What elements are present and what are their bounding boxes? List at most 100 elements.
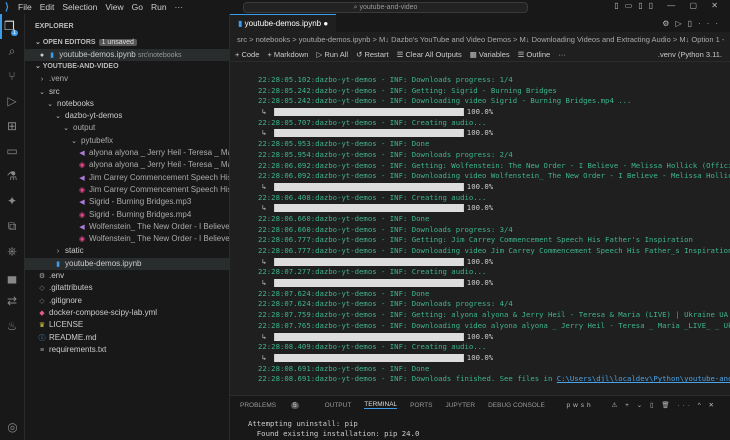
toolbar-button[interactable]: ▦ Variables <box>470 47 510 61</box>
breadcrumb-item[interactable]: M↓ Downloading Videos and Extracting Aud… <box>520 35 671 44</box>
panel-tab-jupyter[interactable]: JUPYTER <box>445 402 475 409</box>
breadcrumb-item[interactable]: notebooks <box>256 35 291 44</box>
diagram-icon[interactable]: ⧉ <box>0 214 24 239</box>
tree-item-label: README.md <box>49 332 97 342</box>
tree-item[interactable]: ◀ Sigrid - Burning Bridges.mp3 <box>25 196 229 208</box>
window-controls[interactable]: ▯▭▯▯ — ▢ ✕ <box>614 1 724 10</box>
toolbar-button[interactable]: ▷ Run All <box>316 47 348 61</box>
toolbar-button[interactable]: ··· <box>558 47 566 61</box>
project-root-header[interactable]: ⌄ YOUTUBE-AND-VIDEO <box>25 61 229 73</box>
kernel-picker[interactable]: .venv (Python 3.11. <box>658 47 722 61</box>
copilot-icon[interactable]: ✦ <box>0 189 24 214</box>
progress-bar <box>273 279 464 288</box>
terminal-output[interactable]: Attempting uninstall: pip Found existing… <box>230 414 730 439</box>
tree-item[interactable]: ≡ requirements.txt <box>25 344 229 356</box>
tree-item-label: Sigrid - Burning Bridges.mp3 <box>89 197 192 207</box>
tree-item[interactable]: ◉ Sigrid - Burning Bridges.mp4 <box>25 209 229 221</box>
tree-item[interactable]: ⌄ output <box>25 122 229 134</box>
output-path-link[interactable]: C:\Users\djl\localdev\Python\youtube-and… <box>557 374 730 383</box>
breadcrumb-item[interactable]: src <box>237 35 247 44</box>
toolbar-button[interactable]: ☰ Outline <box>518 47 551 61</box>
menu-item-[interactable]: ··· <box>175 2 184 12</box>
panel-tabs: PROBLEMS 5 OUTPUT TERMINAL PORTS JUPYTER DEBU… <box>230 396 730 414</box>
tree-item[interactable]: › static <box>25 245 229 257</box>
tree-item[interactable]: ◀ Wolfenstein_ The New Order - I Believe … <box>25 221 229 233</box>
explorer-icon[interactable]: ❐1 <box>0 14 24 39</box>
breadcrumb-item[interactable]: M↓ Dazbo's YouTube and Video Demos <box>379 35 511 44</box>
tree-item[interactable]: › .venv <box>25 73 229 85</box>
tree-item[interactable]: ◇ .gitignore <box>25 295 229 307</box>
log-text: 22:28:05.242:dazbo-yt-demos - INF: Downl… <box>258 96 632 106</box>
toolbar-button[interactable]: ↺ Restart <box>356 47 389 61</box>
log-line: 22:28:08.409:dazbo-yt-demos - INF: Creat… <box>230 342 730 353</box>
remote-explorer-icon[interactable]: ▭ <box>0 139 24 164</box>
testing-icon[interactable]: ⚗ <box>0 164 24 189</box>
open-editor-item[interactable]: ● ▮ youtube-demos.ipynb src\notebooks <box>25 49 229 62</box>
genie-icon[interactable]: ♨ <box>0 314 24 339</box>
panel-actions[interactable]: pwsh ⚠ + ⌄ ▯ 🗑 ··· ^ ✕ <box>566 401 717 409</box>
panel-tab-ports[interactable]: PORTS <box>410 402 432 409</box>
tree-item-label: Wolfenstein_ The New Order - I Believe -… <box>89 234 229 244</box>
panel-tab-debug-console[interactable]: DEBUG CONSOLE <box>488 402 545 409</box>
tree-item[interactable]: ◉ alyona alyona _ Jerry Heil - Teresa _ M… <box>25 159 229 171</box>
tree-item[interactable]: ◀ Jim Carrey Commencement Speech His Fath… <box>25 172 229 184</box>
open-editors-header[interactable]: ⌄ OPEN EDITORS 1 unsaved <box>25 37 229 49</box>
tree-item[interactable]: ⌄ notebooks <box>25 98 229 110</box>
terminal-line: Found existing installation: pip 24.0 <box>248 429 420 438</box>
progress-bar <box>273 182 464 191</box>
progress-line: ↳ 100.0% <box>262 107 494 117</box>
toolbar-button[interactable]: ☰ Clear All Outputs <box>397 47 462 61</box>
chevron-right-icon: › <box>40 76 44 84</box>
tree-item[interactable]: ◉ Wolfenstein_ The New Order - I Believe … <box>25 233 229 245</box>
tree-item[interactable]: ◀ alyona alyona _ Jerry Heil - Teresa _ M… <box>25 147 229 159</box>
tree-item-label: alyona alyona _ Jerry Heil - Teresa _ Ma… <box>89 160 229 170</box>
menu-item-go[interactable]: Go <box>132 2 143 12</box>
search-icon[interactable]: ⌕ <box>0 39 24 64</box>
docker-icon[interactable]: ▄ <box>0 264 24 289</box>
kubernetes-icon[interactable]: ⎈ <box>0 239 24 264</box>
tab-youtube-demos[interactable]: ▮ youtube-demos.ipynb ● <box>230 14 337 32</box>
tree-item[interactable]: ⌄ src <box>25 86 229 98</box>
log-text: 22:28:06.777:dazbo-yt-demos - INF: Getti… <box>258 235 693 245</box>
problems-count: 5 <box>290 401 299 409</box>
panel-tab-terminal[interactable]: TERMINAL <box>364 401 398 409</box>
tree-item[interactable]: ▮ youtube-demos.ipynb <box>25 257 229 271</box>
tree-item[interactable]: ⓘ README.md <box>25 332 229 344</box>
command-center-search[interactable]: ⌕ youtube-and-video <box>243 2 528 13</box>
breadcrumb-item[interactable]: youtube-demos.ipynb <box>299 35 371 44</box>
tree-item[interactable]: ⌄ dazbo-yt-demos <box>25 110 229 122</box>
panel-tab-output[interactable]: OUTPUT <box>325 402 352 409</box>
editor-actions[interactable]: ⚙▷▯··· <box>662 19 724 28</box>
tree-item[interactable]: ♛ LICENSE <box>25 319 229 331</box>
info-icon: ⓘ <box>38 334 46 342</box>
run-debug-icon[interactable]: ▷ <box>0 89 24 114</box>
tree-item[interactable]: ◇ .gitattributes <box>25 282 229 294</box>
breadcrumb-item[interactable]: M↓ Option 1 - <box>679 35 724 44</box>
menu-item-selection[interactable]: Selection <box>62 2 97 12</box>
menu-item-run[interactable]: Run <box>151 2 167 12</box>
tree-item[interactable]: ⌄ pytubefix <box>25 135 229 147</box>
log-text: 22:28:07.759:dazbo-yt-demos - INF: Getti… <box>258 310 730 320</box>
terminal-shell-label[interactable]: pwsh <box>566 402 593 409</box>
log-text: 22:28:07.624:dazbo-yt-demos - INF: Done <box>258 288 430 298</box>
extensions-icon[interactable]: ⊞ <box>0 114 24 139</box>
tree-item[interactable]: ◆ docker-compose-scipy-lab.yml <box>25 307 229 319</box>
chevron-down-icon: ⌄ <box>47 100 53 108</box>
toolbar-button[interactable]: + Markdown <box>267 47 308 61</box>
audio-icon: ◀ <box>79 174 85 182</box>
panel-tab-problems[interactable]: PROBLEMS 5 <box>240 401 312 409</box>
source-control-icon[interactable]: ⑂ <box>0 64 24 89</box>
menu-item-view[interactable]: View <box>105 2 123 12</box>
log-line: 22:28:06.660:dazbo-yt-demos - INF: Downl… <box>230 225 730 236</box>
tree-item[interactable]: ⚙ .env <box>25 270 229 282</box>
search-text: youtube-and-video <box>359 4 418 11</box>
unsaved-dot-icon: ● <box>323 19 329 28</box>
tree-item[interactable]: ◉Jim Carrey Commencement Speech His Fath… <box>25 184 229 196</box>
live-share-icon[interactable]: ⇄ <box>0 289 24 314</box>
account-icon[interactable]: ◎ <box>0 415 25 440</box>
progress-bar <box>273 353 464 362</box>
log-line: 22:28:06.777:dazbo-yt-demos - INF: Downl… <box>230 246 730 257</box>
menu-item-file[interactable]: File <box>18 2 32 12</box>
toolbar-button[interactable]: + Code <box>235 47 259 61</box>
menu-item-edit[interactable]: Edit <box>40 2 55 12</box>
